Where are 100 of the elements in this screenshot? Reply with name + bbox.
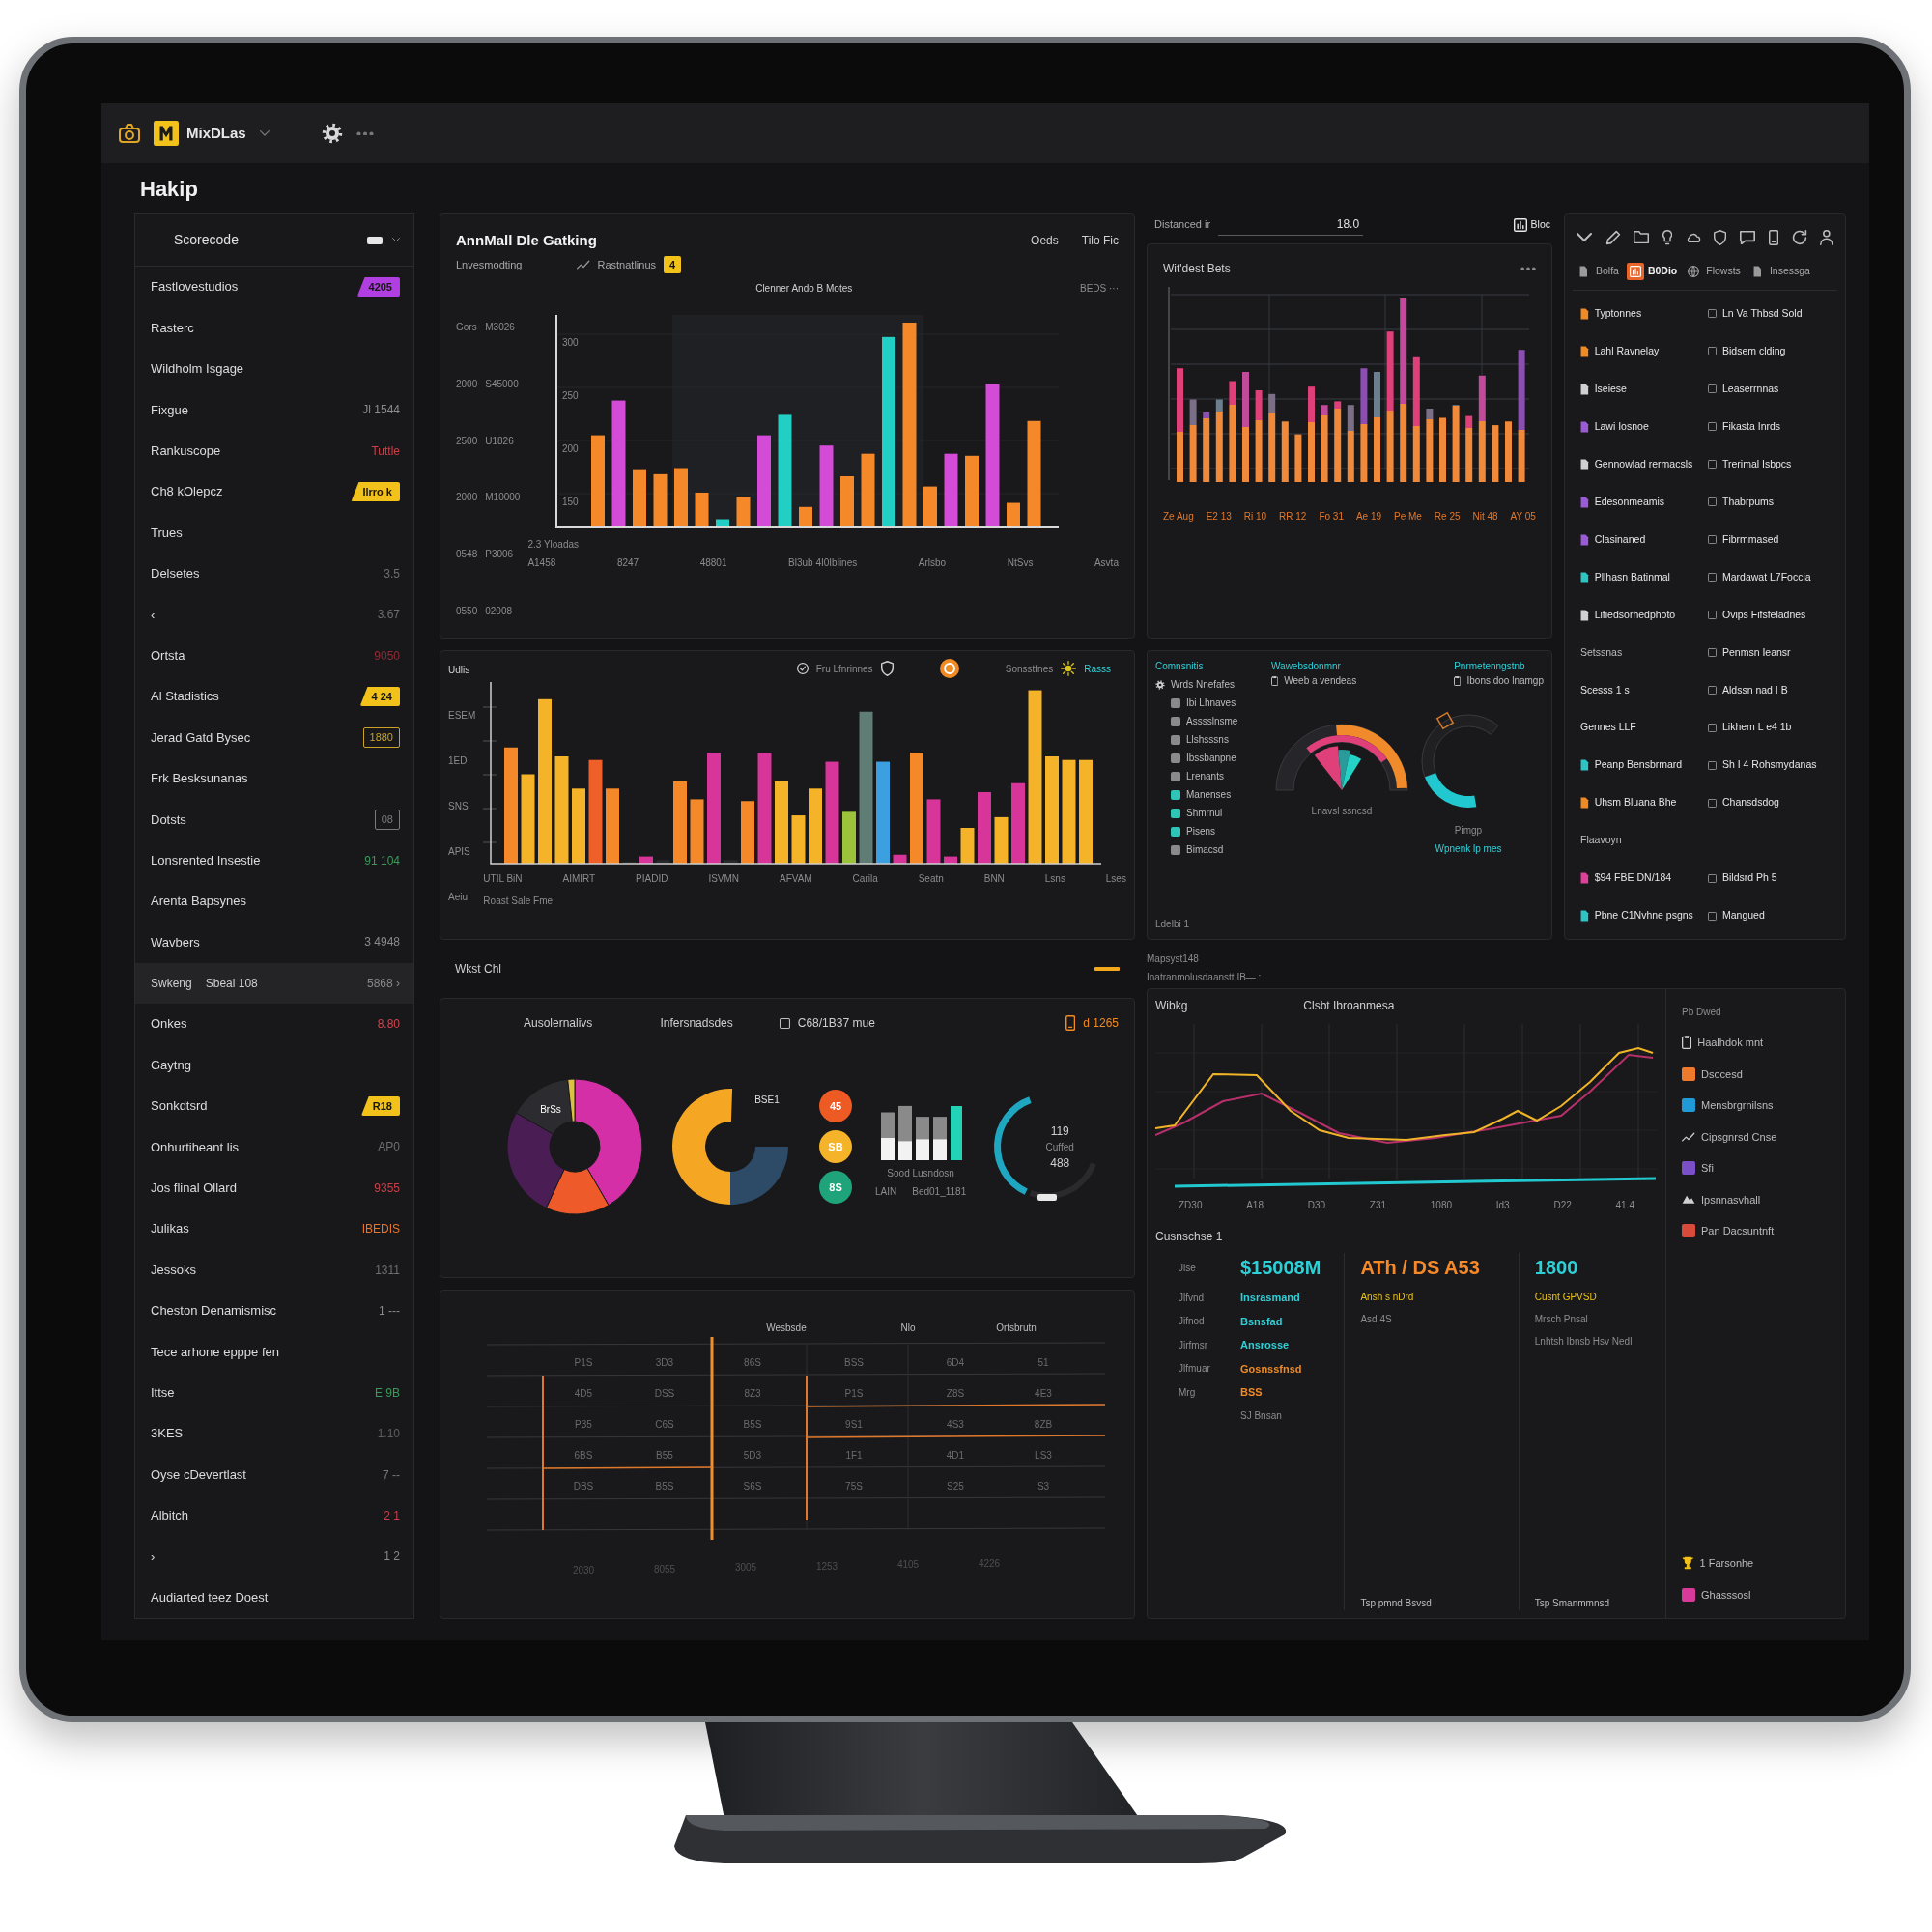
sidebar-item[interactable]: Tece arhone epppe fen [151, 1342, 279, 1362]
clipboard-icon [1454, 675, 1462, 686]
list-item[interactable]: Clasinaned [1594, 531, 1646, 548]
list-item[interactable]: Lawi Iosnoe [1594, 418, 1649, 435]
sidebar-item[interactable]: Arenta Bapsynes [151, 892, 246, 911]
list-item[interactable]: $94 FBE DN/184 [1594, 870, 1672, 887]
list-item[interactable]: Peanp Bensbrmard [1594, 757, 1683, 774]
tab[interactable]: Bolfa [1573, 261, 1621, 282]
sidebar-item[interactable]: Wildholm Isgage [151, 359, 244, 379]
folder-icon[interactable] [1634, 231, 1650, 244]
gauge-text: Cuffed [1045, 1140, 1074, 1154]
sidebar-item[interactable]: Onhurtiheant lis [151, 1137, 240, 1157]
list-item[interactable]: Gennowlad rermacsls [1594, 456, 1693, 472]
list-item[interactable]: Ovips Fifsfeladnes [1722, 607, 1806, 623]
pen-icon[interactable] [1605, 230, 1621, 245]
more-icon[interactable] [1520, 266, 1536, 271]
section-link[interactable]: 5868 › [366, 974, 400, 992]
sidebar-item[interactable]: Rankuscope [151, 441, 221, 461]
sidebar-item[interactable]: Dotsts [151, 810, 186, 829]
chat-icon[interactable] [1740, 230, 1756, 245]
sidebar-item[interactable]: Cheston Denamismisc [151, 1301, 277, 1321]
sidebar-item[interactable]: Oyse cDevertlast [151, 1464, 246, 1485]
sidebar-item[interactable]: Jos flinal Ollard [151, 1179, 237, 1198]
sidebar-item[interactable]: Fastlovestudios [151, 277, 239, 297]
tab[interactable]: Flowsts [1683, 261, 1743, 282]
sidebar-item[interactable]: Fixgue [151, 400, 189, 420]
sidebar-item[interactable]: Frk Besksunanas [151, 769, 248, 788]
lightbulb-icon[interactable] [1662, 230, 1673, 245]
more-icon[interactable] [355, 130, 374, 136]
list-item[interactable]: Pbne C1Nvhne psgns [1594, 908, 1693, 923]
axis-tick-label: 200 [562, 443, 580, 454]
sidebar-item[interactable]: Delsetes [151, 564, 200, 583]
toggle-icon[interactable] [367, 236, 383, 244]
tab[interactable]: Insessga [1746, 261, 1812, 282]
sidebar-item[interactable]: Audiarted teez Doest [151, 1587, 269, 1607]
list-item[interactable]: Bidsem clding [1722, 343, 1786, 359]
list-item[interactable]: Ln Va Thbsd Sold [1722, 306, 1803, 322]
sidebar-item[interactable]: Sonkdtsrd [151, 1096, 208, 1116]
sidebar-item[interactable]: Trues [151, 523, 183, 543]
section-header[interactable]: Swkeng Sbeal 108 5868 › [135, 962, 413, 1005]
sidebar-item[interactable]: Wavbers [151, 932, 200, 952]
refresh-icon[interactable] [1791, 230, 1807, 245]
list-item[interactable]: Fibrmmased [1722, 531, 1779, 548]
person-icon[interactable] [1820, 230, 1833, 245]
camera-icon[interactable] [119, 124, 140, 143]
tab[interactable]: Bloc [1511, 214, 1552, 235]
item-value: Jl 1544 [362, 402, 400, 419]
table-cell: DSS [654, 1388, 675, 1399]
list-item[interactable]: Edesonmeamis [1594, 494, 1665, 510]
axis-title: Udlis [448, 664, 471, 677]
item-value: Tuttle [371, 442, 400, 460]
list-item[interactable]: Pllhasn Batinmal [1594, 569, 1670, 585]
gear-icon[interactable] [321, 123, 343, 144]
list-item[interactable]: Scesss 1 s [1580, 682, 1630, 698]
sidebar-item[interactable]: Julikas [151, 1219, 189, 1238]
list-item[interactable]: Lahl Ravnelay [1594, 343, 1660, 359]
header-link[interactable]: Tilo Fic [1081, 232, 1119, 250]
list-item[interactable]: Aldssn nad I B [1722, 682, 1788, 698]
list-item[interactable]: Typtonnes [1594, 306, 1642, 322]
list-item[interactable]: Trerimal Isbpcs [1722, 456, 1792, 472]
distance-field[interactable]: 18.0 [1218, 213, 1364, 236]
list-item[interactable]: Likhem L e4 1b [1722, 720, 1792, 736]
axis-label: U1826 [485, 434, 515, 448]
list-item[interactable]: Uhsm Bluana Bhe [1594, 795, 1677, 811]
list-item[interactable]: Bildsrd Ph 5 [1722, 870, 1777, 887]
chevron-down-icon[interactable] [392, 238, 400, 242]
list-item[interactable]: Chansdsdog [1722, 795, 1779, 811]
sidebar-item[interactable]: Jessoks [151, 1260, 196, 1280]
sidebar-item[interactable]: ‹ [151, 605, 156, 625]
sidebar-item[interactable]: Onkes [151, 1014, 187, 1034]
list-item[interactable]: Sh I 4 Rohsmydanas [1722, 757, 1817, 774]
sidebar-item[interactable]: Rasterc [151, 318, 194, 338]
sidebar-item[interactable]: Ortsta [151, 645, 185, 666]
sidebar-item[interactable]: Albitch [151, 1506, 189, 1525]
list-item[interactable]: Lifiedsorhedphoto [1594, 607, 1676, 623]
phone-icon[interactable] [1768, 230, 1778, 245]
list-item[interactable]: Penmsn Ieansr [1722, 644, 1791, 661]
list-item[interactable]: Iseiese [1594, 381, 1627, 397]
list-item[interactable]: Fikasta Inrds [1722, 418, 1781, 435]
globe-icon [1688, 266, 1700, 277]
sidebar-item[interactable]: Ittse [151, 1383, 175, 1403]
shield-icon[interactable] [1714, 230, 1727, 245]
sidebar-item[interactable]: Al Stadistics [151, 687, 219, 706]
list-item[interactable]: Gennes LLF [1580, 720, 1636, 736]
sidebar-item[interactable]: › [151, 1547, 156, 1567]
header-link[interactable]: Oeds [1031, 232, 1059, 250]
cloud-icon[interactable] [1685, 232, 1701, 243]
mini-bar [933, 1117, 948, 1160]
sidebar-item[interactable]: Lonsrented Insestie [151, 850, 261, 870]
list-item[interactable]: Leaserrnnas [1722, 381, 1779, 397]
list-item[interactable]: Thabrpums [1722, 494, 1775, 510]
chevron-down-icon[interactable] [1577, 233, 1592, 242]
sidebar-item[interactable]: 3KES [151, 1424, 184, 1443]
sidebar-item[interactable]: Jerad Gatd Bysec [151, 727, 251, 748]
tab[interactable]: B0Dio [1624, 261, 1680, 282]
sidebar-item[interactable]: Gaytng [151, 1055, 191, 1075]
list-item[interactable]: Mangued [1722, 908, 1765, 923]
list-item[interactable]: Mardawat L7Foccia [1722, 569, 1811, 585]
item-value: 9355 [374, 1179, 400, 1197]
sidebar-item[interactable]: Ch8 kOlepcz [151, 482, 223, 501]
